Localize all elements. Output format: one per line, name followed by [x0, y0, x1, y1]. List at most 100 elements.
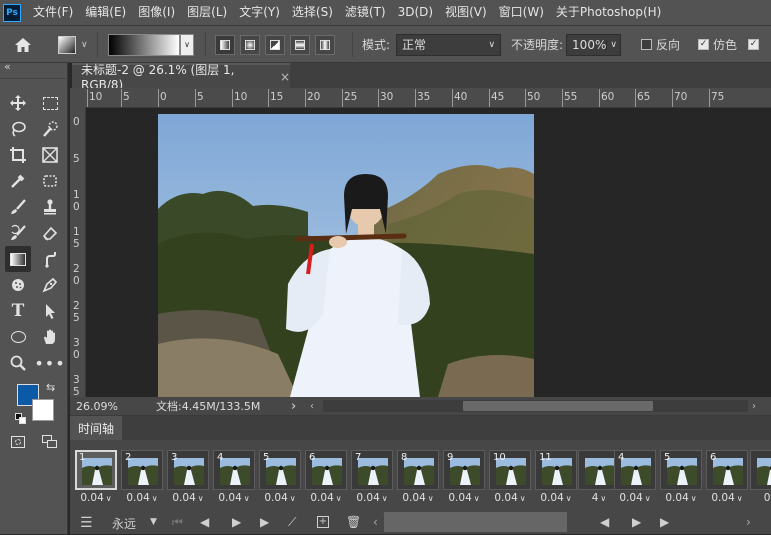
frame-delay-select[interactable]: 0.04 ∨ [213, 492, 255, 504]
mode-select[interactable]: 正常 ∨ [396, 33, 502, 56]
frame-delay-select[interactable]: 0.04 ∨ [397, 492, 439, 504]
horizontal-scrollbar-track[interactable] [323, 400, 748, 412]
canvas-area[interactable] [86, 108, 771, 397]
gradient-tool-icon[interactable] [5, 246, 31, 272]
frame-delay-select[interactable]: 0.04 ∨ [75, 492, 117, 504]
convert-to-video-timeline-icon[interactable]: ☰ [80, 515, 93, 531]
frame-delay-select[interactable]: 0.04 ∨ [706, 492, 748, 504]
zoom-level[interactable]: 26.09% [76, 400, 118, 413]
dither-check-box[interactable]: ✓ [698, 39, 709, 50]
menu-item[interactable]: 窗口(W) [493, 0, 550, 25]
menu-item[interactable]: 关于Photoshop(H) [550, 0, 667, 25]
eyedropper-tool-icon[interactable] [5, 168, 31, 194]
transparency-checkbox[interactable]: ✓ [748, 26, 763, 63]
more-tools-icon[interactable]: ••• [34, 350, 64, 376]
gradient-tool-preset[interactable]: ∨ [58, 26, 88, 63]
scroll-left-icon[interactable]: ‹ [373, 515, 378, 529]
path-selection-tool-icon[interactable] [37, 298, 63, 324]
loop-option-label[interactable]: 永远 [112, 515, 136, 532]
frame-delay-select[interactable]: 0.04 ∨ [259, 492, 301, 504]
animation-frame[interactable]: 0∨ [750, 450, 771, 508]
scroll-right-icon[interactable]: › [752, 401, 756, 412]
reflected-gradient-button[interactable] [290, 34, 310, 55]
frame-tool-icon[interactable] [37, 142, 63, 168]
ellipse-tool-icon[interactable] [5, 324, 31, 350]
patch-tool-icon[interactable] [37, 168, 63, 194]
crop-tool-icon[interactable] [5, 142, 31, 168]
quick-selection-tool-icon[interactable] [37, 116, 63, 142]
history-brush-tool-icon[interactable] [5, 220, 31, 246]
animation-frame[interactable]: 4 0.04 ∨ [213, 450, 255, 508]
quick-mask-icon[interactable] [11, 436, 25, 448]
animation-frame[interactable]: 5 0.04 ∨ [660, 450, 702, 508]
gradient-picker[interactable]: ∨ [108, 26, 194, 63]
frame-delay-select[interactable]: 0.04 ∨ [489, 492, 531, 504]
next-frame-icon[interactable]: ▶ [260, 515, 269, 529]
frame-delay-select[interactable]: 0.04 ∨ [443, 492, 485, 504]
animation-frame[interactable]: 7 0.04 ∨ [351, 450, 393, 508]
duplicate-frame-icon[interactable]: + [317, 516, 329, 528]
frame-delay-select[interactable]: 0.04 ∨ [614, 492, 656, 504]
next-frame-icon-overlay[interactable]: ▶ [660, 515, 669, 529]
pen-tool-icon[interactable] [37, 272, 63, 298]
animation-frame[interactable]: 11 0.04 ∨ [535, 450, 577, 508]
frame-delay-select[interactable]: 0.04 ∨ [305, 492, 347, 504]
menu-item[interactable]: 编辑(E) [79, 0, 132, 25]
diamond-gradient-button[interactable] [315, 34, 335, 55]
smudge-tool-icon[interactable] [37, 246, 63, 272]
frame-delay-select[interactable]: 0.04 ∨ [121, 492, 163, 504]
document-canvas[interactable] [158, 114, 534, 397]
marquee-tool-icon[interactable] [37, 90, 63, 116]
frame-delay-select[interactable]: 0.04 ∨ [351, 492, 393, 504]
dither-checkbox[interactable]: ✓ 仿色 [698, 26, 737, 63]
previous-frame-icon[interactable]: ◀ [200, 515, 209, 529]
chevron-down-icon[interactable]: ▼ [150, 517, 157, 527]
reverse-check-box[interactable] [641, 39, 652, 50]
animation-frame[interactable]: 9 0.04 ∨ [443, 450, 485, 508]
menu-item[interactable]: 视图(V) [439, 0, 493, 25]
scroll-left-icon[interactable]: ‹ [310, 401, 314, 412]
play-icon-overlay[interactable]: ▶ [632, 515, 641, 529]
menu-item[interactable]: 选择(S) [286, 0, 339, 25]
horizontal-scrollbar-thumb[interactable] [463, 401, 653, 411]
animation-frame[interactable]: 2 0.04 ∨ [121, 450, 163, 508]
angle-gradient-button[interactable] [265, 34, 285, 55]
reverse-checkbox[interactable]: 反向 [641, 26, 680, 63]
lasso-tool-icon[interactable] [5, 116, 31, 142]
frame-delay-select[interactable]: 0.04 ∨ [535, 492, 577, 504]
swap-colors-icon[interactable]: ⇆ [46, 381, 55, 394]
animation-frame[interactable]: 8 0.04 ∨ [397, 450, 439, 508]
scroll-right-icon[interactable]: › [746, 515, 751, 529]
menu-item[interactable]: 文件(F) [27, 0, 79, 25]
animation-frame[interactable]: 6 0.04 ∨ [706, 450, 748, 508]
timeline-scrollbar-thumb[interactable] [384, 512, 567, 532]
animation-frame[interactable]: 5 0.04 ∨ [259, 450, 301, 508]
background-color-swatch[interactable] [32, 399, 54, 421]
menu-item[interactable]: 图层(L) [181, 0, 233, 25]
hand-tool-icon[interactable] [37, 324, 63, 350]
frame-delay-select[interactable]: 0∨ [750, 492, 771, 504]
type-tool-icon[interactable]: T [5, 298, 31, 324]
previous-frame-icon-overlay[interactable]: ◀ [600, 515, 609, 529]
close-icon[interactable]: × [280, 70, 290, 84]
radial-gradient-button[interactable] [240, 34, 260, 55]
frame-delay-select[interactable]: 0.04 ∨ [167, 492, 209, 504]
tab-timeline[interactable]: 时间轴 [70, 416, 122, 440]
animation-frame[interactable]: 4 0.04 ∨ [614, 450, 656, 508]
menu-item[interactable]: 3D(D) [392, 0, 439, 25]
menu-item[interactable]: 文字(Y) [233, 0, 286, 25]
clone-stamp-tool-icon[interactable] [37, 194, 63, 220]
collapse-panel-icon[interactable]: « [4, 60, 11, 73]
linear-gradient-button[interactable] [215, 34, 235, 55]
opacity-input[interactable]: 100% ∨ [566, 33, 622, 56]
delete-frame-icon[interactable]: 🗑 [346, 515, 361, 529]
document-tab[interactable]: 未标题-2 @ 26.1% (图层 1, RGB/8) × [72, 63, 290, 92]
animation-frame[interactable]: 10 0.04 ∨ [489, 450, 531, 508]
play-icon[interactable]: ▶ [232, 515, 241, 529]
zoom-tool-icon[interactable] [5, 350, 31, 376]
move-tool-icon[interactable] [5, 90, 31, 116]
frame-delay-select[interactable]: 0.04 ∨ [660, 492, 702, 504]
brush-tool-icon[interactable] [5, 194, 31, 220]
sponge-tool-icon[interactable] [5, 272, 31, 298]
tween-icon[interactable]: ⟋ [288, 515, 296, 530]
